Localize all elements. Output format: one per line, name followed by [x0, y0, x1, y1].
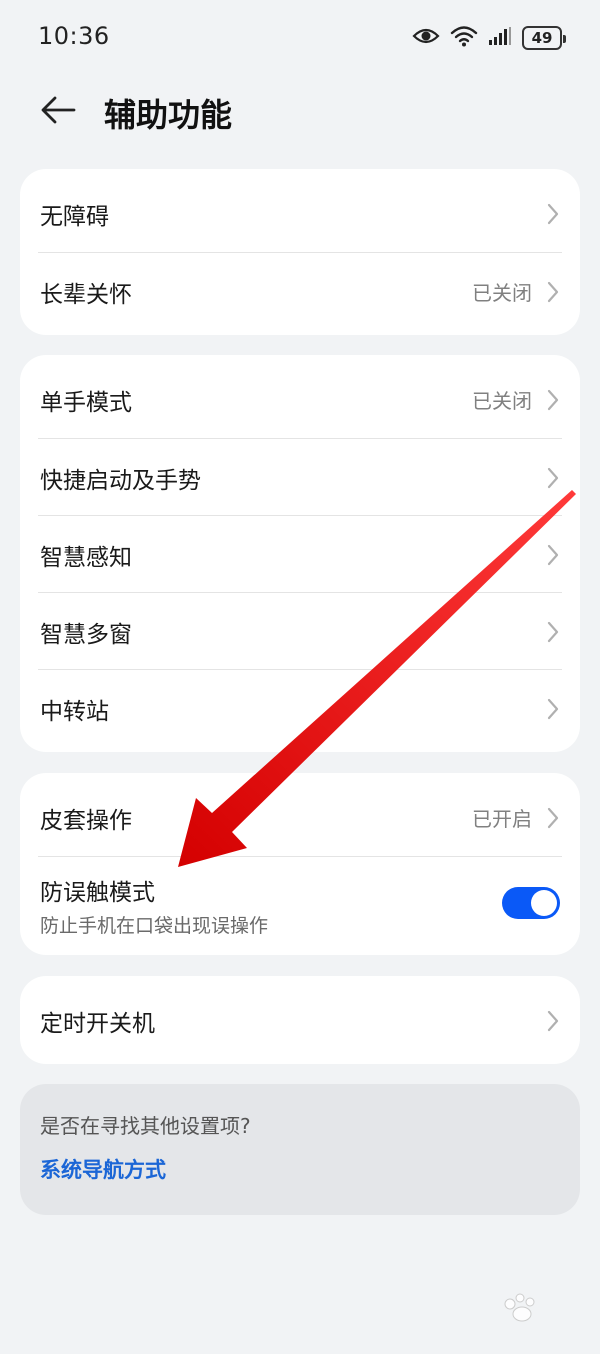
- row-accessibility[interactable]: 无障碍: [20, 175, 580, 252]
- settings-group-2: 单手模式 已关闭 快捷启动及手势 智慧感知 智慧多窗 中转站: [20, 355, 580, 752]
- status-icons: 49: [412, 24, 566, 52]
- row-smart-sensing[interactable]: 智慧感知: [20, 516, 580, 593]
- row-label: 无障碍: [40, 203, 109, 230]
- settings-group-4: 定时开关机: [20, 976, 580, 1064]
- chevron-right-icon: [546, 202, 560, 226]
- row-elder-care[interactable]: 长辈关怀 已关闭: [20, 253, 580, 330]
- chevron-right-icon: [546, 280, 560, 304]
- accidental-touch-toggle[interactable]: [502, 887, 560, 919]
- title-bar: 辅助功能: [0, 76, 600, 148]
- row-sublabel: 防止手机在口袋出现误操作: [40, 915, 269, 937]
- row-label: 快捷启动及手势: [40, 467, 201, 494]
- row-label: 防误触模式: [40, 880, 155, 906]
- chevron-right-icon: [546, 466, 560, 490]
- signal-icon: [488, 26, 512, 50]
- row-value: 已开启: [472, 807, 532, 831]
- row-one-hand-mode[interactable]: 单手模式 已关闭: [20, 361, 580, 438]
- back-button[interactable]: [36, 90, 80, 134]
- toggle-knob: [531, 890, 557, 916]
- suggestion-question: 是否在寻找其他设置项?: [40, 1114, 251, 1138]
- row-label: 皮套操作: [40, 807, 132, 834]
- chevron-right-icon: [546, 543, 560, 567]
- page-title: 辅助功能: [104, 96, 233, 134]
- row-label: 智慧感知: [40, 544, 132, 571]
- back-arrow-icon: [40, 95, 76, 129]
- chevron-right-icon: [546, 1009, 560, 1033]
- row-value: 已关闭: [472, 389, 532, 413]
- status-bar: 10:36 49: [0, 0, 600, 76]
- suggestion-card: 是否在寻找其他设置项? 系统导航方式: [20, 1084, 580, 1215]
- battery-icon: 49: [522, 26, 566, 50]
- chevron-right-icon: [546, 620, 560, 644]
- settings-group-3: 皮套操作 已开启 防误触模式 防止手机在口袋出现误操作: [20, 773, 580, 955]
- row-smart-multiwindow[interactable]: 智慧多窗: [20, 593, 580, 670]
- row-cover-operation[interactable]: 皮套操作 已开启: [20, 779, 580, 856]
- chevron-right-icon: [546, 697, 560, 721]
- row-label: 定时开关机: [40, 1010, 155, 1037]
- eye-icon: [412, 26, 440, 50]
- row-label: 智慧多窗: [40, 621, 132, 648]
- row-accidental-touch-mode[interactable]: 防误触模式 防止手机在口袋出现误操作: [20, 857, 580, 955]
- row-scheduled-power[interactable]: 定时开关机: [20, 982, 580, 1059]
- baidu-watermark-logo: [504, 1293, 535, 1322]
- status-time: 10:36: [38, 22, 110, 50]
- chevron-right-icon: [546, 388, 560, 412]
- suggestion-link[interactable]: 系统导航方式: [40, 1154, 166, 1184]
- row-label: 中转站: [40, 698, 109, 725]
- wifi-icon: [450, 25, 478, 51]
- row-label: 长辈关怀: [40, 281, 132, 308]
- battery-level: 49: [531, 29, 553, 47]
- row-value: 已关闭: [472, 281, 532, 305]
- settings-group-1: 无障碍 长辈关怀 已关闭: [20, 169, 580, 335]
- row-label: 单手模式: [40, 389, 132, 416]
- row-transfer-station[interactable]: 中转站: [20, 670, 580, 747]
- row-shortcuts-gestures[interactable]: 快捷启动及手势: [20, 439, 580, 516]
- chevron-right-icon: [546, 806, 560, 830]
